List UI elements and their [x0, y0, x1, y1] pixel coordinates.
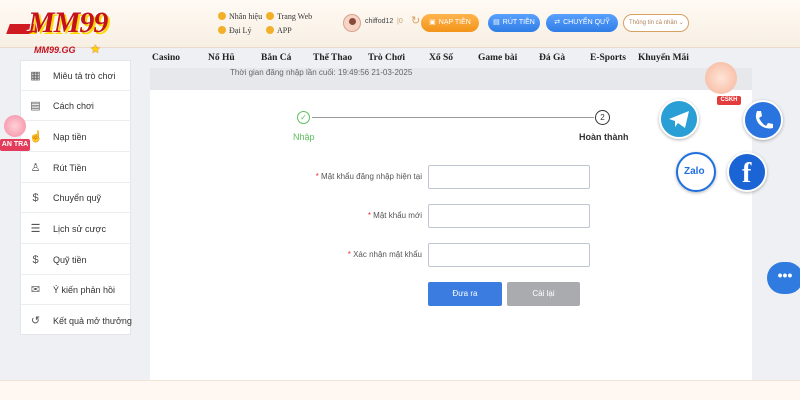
footer-strip	[0, 380, 800, 400]
sidebar-item-withdraw[interactable]: ♙ Rút Tiền	[21, 153, 132, 183]
sidebar-item-funds[interactable]: $ Quỹ tiền	[21, 245, 132, 275]
phone-glyph	[755, 111, 773, 129]
header-link-website[interactable]: Trang Web	[266, 12, 312, 21]
bet-history-icon: ☰	[30, 223, 41, 235]
nav-item-ban-ca[interactable]: Bắn Cá	[261, 53, 291, 63]
nav-item-xo-so[interactable]: Xổ Số	[429, 53, 453, 63]
sidebar-item-deposit[interactable]: ☝ Nạp tiền	[21, 122, 132, 152]
logo-text: MM99	[28, 6, 108, 39]
phone-icon[interactable]	[743, 100, 783, 140]
feedback-icon: ✉	[30, 284, 41, 296]
withdraw-button[interactable]: ▤ RÚT TIỀN	[488, 14, 540, 32]
sidebar-item-feedback[interactable]: ✉ Ý kiến phản hồi	[21, 275, 132, 305]
nav-item-game-bai[interactable]: Game bài	[478, 53, 517, 63]
step-1-label: Nhập	[293, 132, 315, 142]
sidebar: ▦ Miêu tả trò chơi ▤ Cách chơi ☝ Nạp tiền ♙…	[20, 60, 132, 336]
step-2-marker: 2	[595, 110, 610, 125]
trophy-icon	[218, 12, 226, 20]
cskh-tag: CSKH	[717, 96, 741, 105]
support-agent-image	[705, 62, 737, 94]
last-login-bar: Thời gian đăng nhập lần cuối: 19:49:56 2…	[150, 68, 752, 90]
results-icon: ↺	[30, 315, 41, 327]
sidebar-item-bet-history[interactable]: ☰ Lịch sử cược	[21, 214, 132, 244]
game-description-icon: ▦	[30, 70, 41, 82]
step-connector	[312, 117, 594, 118]
star-icon: ★	[90, 42, 101, 56]
check-icon: ✓	[297, 111, 310, 124]
current-password-label: * Mật khẩu đăng nhập hiện tại	[315, 172, 422, 181]
page: MM99 MM99.GG ★ Nhân hiệu Trang Web Đại L…	[0, 0, 800, 400]
deposit-button[interactable]: ▣ NẠP TIỀN	[421, 14, 479, 32]
facebook-icon[interactable]: f	[727, 152, 767, 192]
how-to-play-icon: ▤	[30, 100, 41, 112]
globe-icon	[266, 12, 274, 20]
nav-item-tro-choi[interactable]: Trò Chơi	[368, 53, 405, 63]
wallet-icon: ▣	[429, 19, 436, 26]
telegram-glyph	[669, 111, 689, 128]
promo-badge[interactable]: AN TRA	[0, 115, 34, 155]
nav-item-the-thao[interactable]: Thể Thao	[313, 53, 352, 63]
customer-support-badge[interactable]: CSKH	[703, 62, 741, 105]
header: MM99 MM99.GG ★ Nhân hiệu Trang Web Đại L…	[0, 0, 800, 56]
nav-item-esports[interactable]: E-Sports	[590, 53, 626, 63]
app-icon	[266, 26, 274, 34]
header-link-app[interactable]: APP	[266, 26, 292, 35]
promo-tag: AN TRA	[0, 139, 30, 151]
avatar[interactable]	[343, 14, 361, 32]
confirm-password-field[interactable]	[428, 243, 590, 267]
nav-item-khuyen-mai[interactable]: Khuyến Mãi	[638, 53, 689, 63]
transfer-icon: ⇄	[554, 19, 561, 26]
new-password-field[interactable]	[428, 204, 590, 228]
cash-icon: ▤	[493, 19, 500, 26]
refresh-icon[interactable]: ↻	[411, 14, 420, 27]
withdraw-icon: ♙	[30, 162, 41, 174]
chat-icon[interactable]: •••	[767, 262, 800, 294]
step-2-label: Hoàn thành	[579, 132, 629, 142]
logo[interactable]: MM99 MM99.GG ★	[6, 2, 146, 64]
sidebar-item-game-description[interactable]: ▦ Miêu tả trò chơi	[21, 61, 132, 91]
transfer-icon: $	[32, 192, 39, 204]
balance: |0	[397, 18, 403, 25]
sidebar-item-how-to-play[interactable]: ▤ Cách chơi	[21, 91, 132, 121]
confirm-password-label: * Xác nhận mật khẩu	[347, 250, 422, 259]
current-password-field[interactable]	[428, 165, 590, 189]
last-login-text: Thời gian đăng nhập lần cuối: 19:49:56 2…	[230, 68, 413, 77]
submit-button[interactable]: Đưa ra	[428, 282, 502, 306]
username: chiffod12	[365, 18, 394, 25]
chevron-down-icon: ⌄	[678, 20, 684, 26]
transfer-button[interactable]: ⇄ CHUYỂN QUỸ	[546, 14, 618, 32]
diamond-icon	[218, 26, 226, 34]
promo-image	[4, 115, 26, 137]
header-links: Nhân hiệu Trang Web Đại Lý APP	[218, 10, 318, 38]
header-link-agent[interactable]: Đại Lý	[218, 26, 251, 35]
sidebar-item-transfer[interactable]: $ Chuyển quỹ	[21, 183, 132, 213]
telegram-icon[interactable]	[659, 99, 699, 139]
nav-item-casino[interactable]: Casino	[152, 53, 180, 63]
new-password-label: * Mật khẩu mới	[367, 211, 422, 220]
sidebar-item-results[interactable]: ↺ Kết quả mở thưởng	[21, 306, 132, 336]
header-link-brand[interactable]: Nhân hiệu	[218, 12, 262, 21]
account-menu-dropdown[interactable]: Thông tin cá nhân ⌄	[623, 14, 689, 32]
nav-item-no-hu[interactable]: Nổ Hũ	[208, 53, 235, 63]
nav-item-da-ga[interactable]: Đá Gà	[539, 53, 565, 63]
funds-icon: $	[32, 254, 39, 266]
main-nav: Casino Nổ Hũ Bắn Cá Thể Thao Trò Chơi Xổ…	[150, 50, 690, 68]
zalo-icon[interactable]: Zalo	[676, 152, 716, 192]
logo-subtext: MM99.GG	[34, 45, 76, 55]
reset-button[interactable]: Cài lại	[507, 282, 580, 306]
